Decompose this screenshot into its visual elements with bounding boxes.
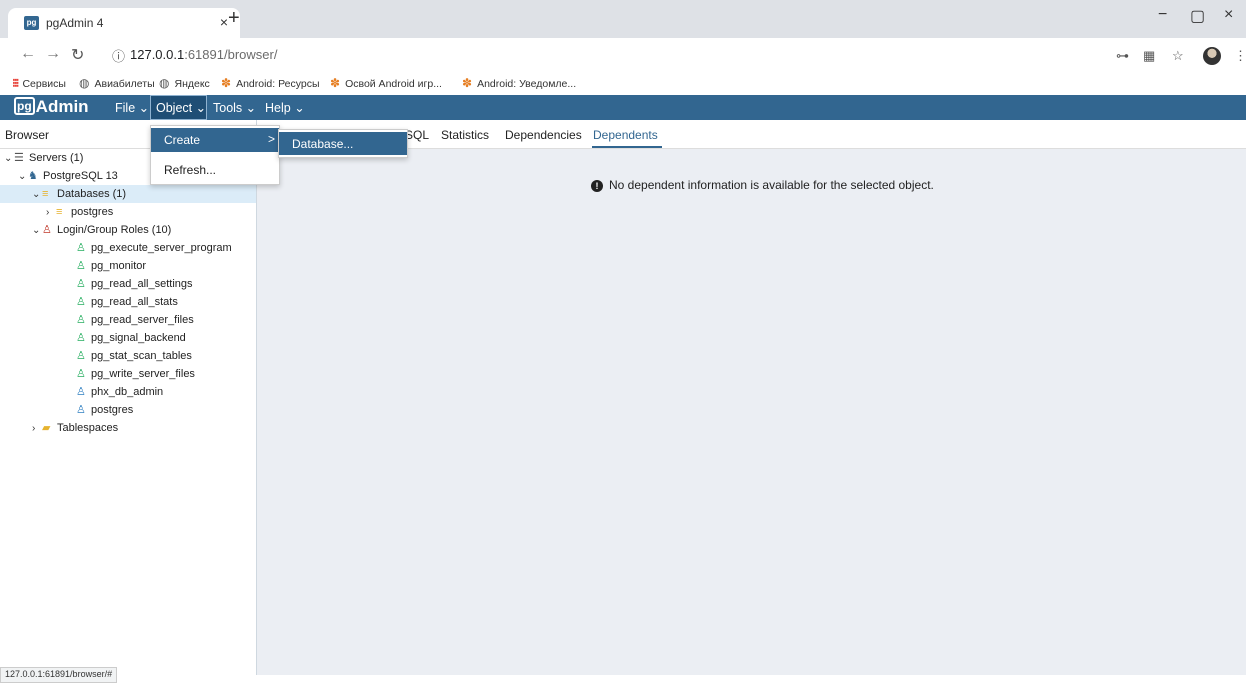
menu-file[interactable]: File ⌄ xyxy=(115,100,149,115)
postgres-elephant-icon: ♞ xyxy=(28,170,38,182)
servers-icon: ☰ xyxy=(14,152,24,164)
object-dropdown-menu: Create > Refresh... xyxy=(150,125,280,185)
tablespaces-icon: ▰ xyxy=(42,422,51,434)
key-icon[interactable]: ⊶ xyxy=(1116,48,1129,64)
chevron-down-icon: ⌄ xyxy=(138,101,150,115)
close-tab-icon[interactable]: × xyxy=(220,14,228,30)
tab-statistics[interactable]: Statistics xyxy=(441,128,489,142)
close-window-icon[interactable]: × xyxy=(1224,6,1233,24)
chevron-down-icon[interactable]: ⌄ xyxy=(4,150,14,168)
pgadmin-navbar: pg Admin File ⌄ Object ⌄ Tools ⌄ Help ⌄ xyxy=(0,95,1246,120)
chevron-right-icon[interactable]: › xyxy=(32,420,42,438)
new-tab-button[interactable]: + xyxy=(228,7,240,30)
tree-item-databases[interactable]: ⌄ ≡ Databases (1) xyxy=(32,185,126,203)
chevron-down-icon[interactable]: ⌄ xyxy=(32,222,42,240)
pgadmin-logo[interactable]: pg Admin xyxy=(14,97,89,117)
tree-item-database-postgres[interactable]: › ≡ postgres xyxy=(46,203,113,221)
more-menu-icon[interactable]: ⋮ xyxy=(1234,48,1246,64)
profile-avatar[interactable] xyxy=(1203,47,1221,65)
databases-icon: ≡ xyxy=(42,188,49,200)
tree-item-tablespaces[interactable]: › ▰ Tablespaces xyxy=(32,419,118,437)
chevron-down-icon[interactable]: ⌄ xyxy=(32,186,42,204)
globe-icon: ◍ xyxy=(159,76,170,90)
bookmark-star-icon[interactable]: ☆ xyxy=(1172,48,1184,64)
tree-item-role[interactable]: ♙ postgres xyxy=(76,401,133,419)
chevron-right-icon[interactable]: › xyxy=(46,204,56,222)
tree-item-role[interactable]: ♙ pg_read_server_files xyxy=(76,311,194,329)
tree-item-servers[interactable]: ⌄ ☰ Servers (1) xyxy=(4,149,83,167)
browser-toolbar: ← → ↻ ⓘ 127.0.0.1:61891/browser/ ⊶ ▦ ☆ ⋮ xyxy=(0,38,1246,70)
roles-icon: ♙ xyxy=(42,224,52,236)
database-icon: ≡ xyxy=(56,206,63,218)
menu-item-database[interactable]: Database... xyxy=(279,132,407,155)
tree-item-role[interactable]: ♙ pg_write_server_files xyxy=(76,365,195,383)
group-role-icon: ♙ xyxy=(76,242,86,254)
bookmark-aviabilety[interactable]: ◍ Авиабилеты xyxy=(79,76,155,90)
tree-item-role[interactable]: ♙ pg_execute_server_program xyxy=(76,239,232,257)
tree-item-role[interactable]: ♙ pg_read_all_settings xyxy=(76,275,193,293)
group-role-icon: ♙ xyxy=(76,278,86,290)
group-role-icon: ♙ xyxy=(76,296,86,308)
browser-tab[interactable]: pg pgAdmin 4 × xyxy=(8,8,240,38)
menu-help[interactable]: Help ⌄ xyxy=(265,100,305,115)
tree-item-role[interactable]: ♙ pg_signal_backend xyxy=(76,329,186,347)
bookmark-yandex[interactable]: ◍ Яндекс xyxy=(159,76,210,90)
bookmark-android-resources[interactable]: ✽ Android: Ресурсы xyxy=(221,76,320,90)
chevron-down-icon[interactable]: ⌄ xyxy=(18,168,28,186)
tab-dependents[interactable]: Dependents xyxy=(593,128,658,142)
site-info-icon[interactable]: ⓘ xyxy=(112,46,125,65)
browser-tab-title: pgAdmin 4 xyxy=(46,16,104,30)
android-icon: ✽ xyxy=(221,76,232,90)
forward-arrow-icon[interactable]: → xyxy=(45,45,61,63)
browser-tab-strip: pg pgAdmin 4 × + − ▢ × xyxy=(0,0,1246,38)
active-tab-indicator xyxy=(592,146,662,148)
bookmarks-bar: ⁝⁝⁝ Сервисы ◍ Авиабилеты ◍ Яндекс ✽ Android:… xyxy=(0,70,1246,96)
chevron-right-icon: > xyxy=(267,132,275,146)
back-arrow-icon[interactable]: ← xyxy=(20,45,36,63)
apps-grid-icon: ⁝⁝⁝ xyxy=(12,76,20,90)
status-url-preview: 127.0.0.1:61891/browser/# xyxy=(0,667,118,683)
main-panel: SQL Statistics Dependencies Dependents !… xyxy=(257,120,1246,675)
address-bar[interactable]: ⓘ 127.0.0.1:61891/browser/ xyxy=(106,42,1106,66)
bookmark-android-games[interactable]: ✽ Освой Android игр... xyxy=(330,76,442,90)
chevron-down-icon: ⌄ xyxy=(195,101,207,115)
browser-panel: Browser ⌄ ☰ Servers (1) ⌄ ♞ PostgreSQL 13 ⌄ ≡… xyxy=(0,120,257,675)
android-icon: ✽ xyxy=(462,76,473,90)
tree-item-role[interactable]: ♙ phx_db_admin xyxy=(76,383,163,401)
tree-item-postgresql-13[interactable]: ⌄ ♞ PostgreSQL 13 xyxy=(18,167,118,185)
info-message: ! No dependent information is available f… xyxy=(591,178,934,192)
address-url: 127.0.0.1:61891/browser/ xyxy=(130,47,278,62)
browser-panel-title: Browser xyxy=(5,128,50,142)
translate-icon[interactable]: ▦ xyxy=(1143,48,1155,64)
tree-item-login-group-roles[interactable]: ⌄ ♙ Login/Group Roles (10) xyxy=(32,221,171,239)
menu-object[interactable]: Object ⌄ xyxy=(156,100,206,115)
group-role-icon: ♙ xyxy=(76,332,86,344)
tree-item-role[interactable]: ♙ pg_monitor xyxy=(76,257,146,275)
chevron-down-icon: ⌄ xyxy=(294,101,305,115)
globe-icon: ◍ xyxy=(79,76,90,90)
reload-icon[interactable]: ↻ xyxy=(71,45,84,65)
login-role-icon: ♙ xyxy=(76,404,86,416)
maximize-window-icon[interactable]: ▢ xyxy=(1190,6,1205,26)
bookmark-services[interactable]: ⁝⁝⁝ Сервисы xyxy=(12,76,66,90)
tree-item-role[interactable]: ♙ pg_read_all_stats xyxy=(76,293,178,311)
tab-dependencies[interactable]: Dependencies xyxy=(505,128,582,142)
minimize-window-icon[interactable]: − xyxy=(1158,6,1167,24)
menu-item-create[interactable]: Create > xyxy=(151,128,279,152)
tab-sql[interactable]: SQL xyxy=(405,128,429,142)
login-role-icon: ♙ xyxy=(76,386,86,398)
group-role-icon: ♙ xyxy=(76,260,86,272)
group-role-icon: ♙ xyxy=(76,350,86,362)
create-submenu: Database... xyxy=(278,129,408,158)
bookmark-android-notifications[interactable]: ✽ Android: Уведомле... xyxy=(462,76,576,90)
group-role-icon: ♙ xyxy=(76,314,86,326)
chevron-down-icon: ⌄ xyxy=(245,101,257,115)
pgadmin-favicon-icon: pg xyxy=(24,16,39,30)
tree-item-role[interactable]: ♙ pg_stat_scan_tables xyxy=(76,347,192,365)
info-icon: ! xyxy=(591,180,603,192)
android-icon: ✽ xyxy=(330,76,341,90)
menu-tools[interactable]: Tools ⌄ xyxy=(213,100,256,115)
group-role-icon: ♙ xyxy=(76,368,86,380)
menu-item-refresh[interactable]: Refresh... xyxy=(164,163,216,177)
